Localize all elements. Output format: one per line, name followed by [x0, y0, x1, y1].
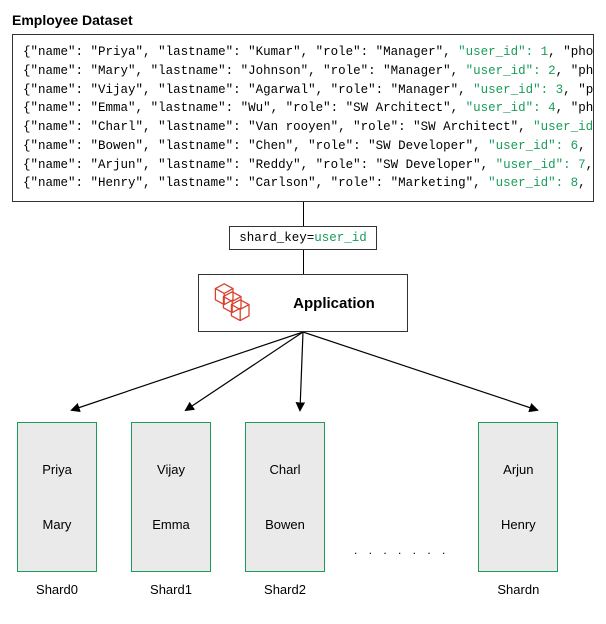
shard-column: Priya Mary Shard0	[12, 422, 102, 597]
shard-item: Charl	[269, 462, 300, 477]
shard-box: Arjun Henry	[478, 422, 558, 572]
shard-box: Charl Bowen	[245, 422, 325, 572]
shard-label: Shard0	[36, 582, 78, 597]
shard-key-prefix: shard_key=	[239, 231, 314, 245]
shard-item: Emma	[152, 517, 190, 532]
dataset-row: {"name": "Henry", "lastname": "Carlson",…	[23, 174, 583, 193]
shard-label: Shard2	[264, 582, 306, 597]
shard-column: Arjun Henry Shardn	[473, 422, 563, 597]
dataset-row: {"name": "Mary", "lastname": "Johnson", …	[23, 62, 583, 81]
shard-item: Arjun	[503, 462, 533, 477]
shard-ellipsis: . . . . . . .	[354, 543, 449, 557]
shard-item: Priya	[42, 462, 72, 477]
dataset-row: {"name": "Bowen", "lastname": "Chen", "r…	[23, 137, 583, 156]
cubes-icon	[209, 282, 257, 324]
application-label: Application	[271, 295, 397, 312]
dataset-row: {"name": "Arjun", "lastname": "Reddy", "…	[23, 156, 583, 175]
dataset-row: {"name": "Priya", "lastname": "Kumar", "…	[23, 43, 583, 62]
dataset-row: {"name": "Charl", "lastname": "Van rooye…	[23, 118, 583, 137]
connector-line	[303, 202, 304, 226]
connector-line	[303, 250, 304, 274]
dataset-row: {"name": "Emma", "lastname": "Wu", "role…	[23, 99, 583, 118]
shard-column: Charl Bowen Shard2	[240, 422, 330, 597]
shard-box: Priya Mary	[17, 422, 97, 572]
page-title: Employee Dataset	[12, 12, 594, 28]
shard-item: Henry	[501, 517, 536, 532]
shard-key-value: user_id	[314, 231, 367, 245]
dataset-row: {"name": "Vijay", "lastname": "Agarwal",…	[23, 81, 583, 100]
shard-item: Bowen	[265, 517, 305, 532]
dataset-box: {"name": "Priya", "lastname": "Kumar", "…	[12, 34, 594, 202]
shard-box: Vijay Emma	[131, 422, 211, 572]
shard-label: Shard1	[150, 582, 192, 597]
shard-item: Mary	[43, 517, 72, 532]
fan-arrows	[12, 332, 594, 422]
shard-label: Shardn	[497, 582, 539, 597]
shard-area: Priya Mary Shard0 Vijay Emma Shard1 Charl Bowen…	[12, 422, 594, 597]
application-box: Application	[198, 274, 408, 332]
shard-key-box: shard_key=user_id	[229, 226, 377, 250]
shard-column: Vijay Emma Shard1	[126, 422, 216, 597]
shard-item: Vijay	[157, 462, 185, 477]
